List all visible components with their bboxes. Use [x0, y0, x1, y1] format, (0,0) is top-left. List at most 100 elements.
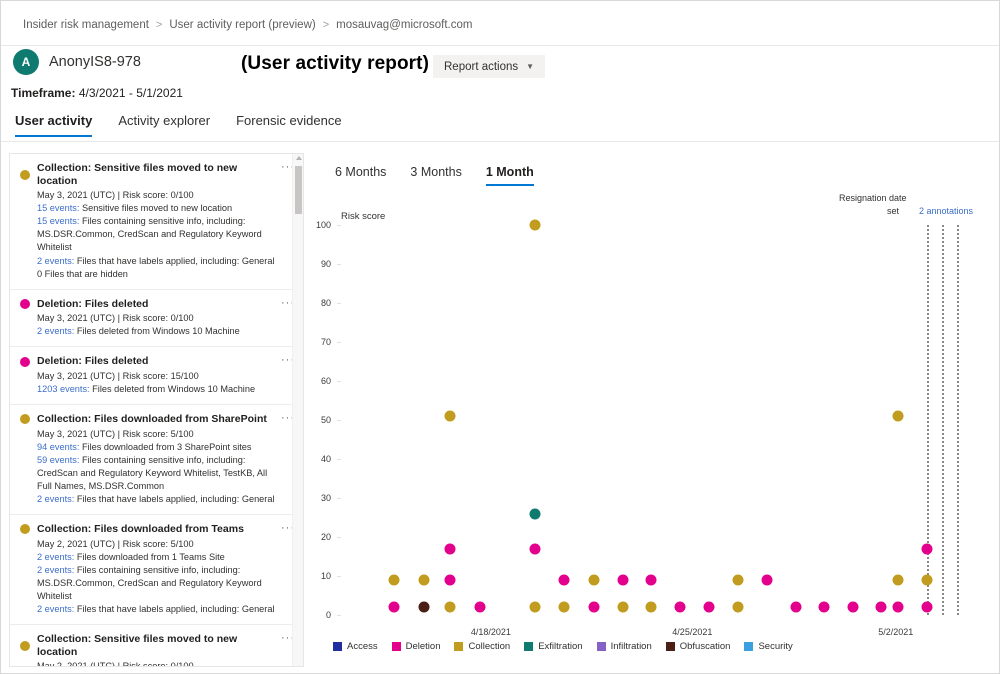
data-point-deletion[interactable] — [588, 602, 599, 613]
activity-card[interactable]: Collection: Files downloaded from ShareP… — [10, 405, 303, 515]
data-point-collection[interactable] — [588, 574, 599, 585]
event-count[interactable]: 2 events: — [37, 256, 74, 266]
range-tab-6-months[interactable]: 6 Months — [335, 165, 386, 186]
activity-card[interactable]: Deletion: Files deleted···May 3, 2021 (U… — [10, 290, 303, 348]
activity-card-title: Deletion: Files deleted — [37, 298, 148, 311]
activity-card-line-text: 0 Files that are hidden — [37, 269, 128, 279]
report-actions-button[interactable]: Report actions ▼ — [433, 55, 545, 78]
data-point-collection[interactable] — [732, 574, 743, 585]
activity-card[interactable]: Collection: Files downloaded from Teams·… — [10, 515, 303, 625]
data-point-deletion[interactable] — [445, 543, 456, 554]
scrollbar-thumb[interactable] — [295, 166, 302, 214]
data-point-deletion[interactable] — [558, 574, 569, 585]
event-count[interactable]: 59 events: — [37, 455, 79, 465]
tab-forensic-evidence[interactable]: Forensic evidence — [236, 113, 342, 137]
activity-card-line: 2 events: Files that have labels applied… — [37, 493, 277, 506]
legend-item-obfuscation[interactable]: Obfuscation — [666, 641, 731, 652]
tab-divider — [1, 141, 1000, 142]
event-count[interactable]: 2 events: — [37, 494, 74, 504]
y-axis-tick-mark — [337, 459, 341, 460]
y-axis-tick-label: 10 — [321, 571, 337, 581]
legend-item-access[interactable]: Access — [333, 641, 378, 652]
data-point-collection[interactable] — [732, 602, 743, 613]
legend-label: Collection — [468, 641, 510, 652]
legend-swatch-icon — [744, 642, 753, 651]
legend-item-infiltration[interactable]: Infiltration — [597, 641, 652, 652]
data-point-deletion[interactable] — [474, 602, 485, 613]
y-axis-tick-mark — [337, 420, 341, 421]
data-point-deletion[interactable] — [791, 602, 802, 613]
data-point-collection[interactable] — [529, 602, 540, 613]
legend-item-exfiltration[interactable]: Exfiltration — [524, 641, 582, 652]
activity-card[interactable]: Collection: Sensitive files moved to new… — [10, 154, 303, 290]
activity-card-meta: May 3, 2021 (UTC) | Risk score: 5/100 — [37, 428, 277, 441]
data-point-deletion[interactable] — [893, 602, 904, 613]
data-point-deletion[interactable] — [529, 543, 540, 554]
legend-item-collection[interactable]: Collection — [454, 641, 510, 652]
data-point-deletion[interactable] — [761, 574, 772, 585]
legend-item-security[interactable]: Security — [744, 641, 792, 652]
activity-list-panel[interactable]: Collection: Sensitive files moved to new… — [9, 153, 304, 667]
scroll-up-arrow-icon[interactable] — [296, 156, 302, 160]
event-count[interactable]: 2 events: — [37, 552, 74, 562]
activity-card[interactable]: Collection: Sensitive files moved to new… — [10, 625, 303, 667]
data-point-deletion[interactable] — [674, 602, 685, 613]
data-point-collection[interactable] — [388, 574, 399, 585]
data-point-collection[interactable] — [529, 220, 540, 231]
data-point-deletion[interactable] — [445, 574, 456, 585]
range-tab-1-month[interactable]: 1 Month — [486, 165, 534, 186]
data-point-collection[interactable] — [893, 411, 904, 422]
event-count[interactable]: 2 events: — [37, 326, 74, 336]
data-point-exfiltration[interactable] — [529, 508, 540, 519]
tab-user-activity[interactable]: User activity — [15, 113, 92, 137]
legend-item-deletion[interactable]: Deletion — [392, 641, 441, 652]
tab-activity-explorer[interactable]: Activity explorer — [118, 113, 210, 137]
event-count[interactable]: 2 events: — [37, 565, 74, 575]
page-title: (User activity report) — [241, 53, 429, 75]
y-axis-tick-mark — [337, 342, 341, 343]
data-point-collection[interactable] — [418, 574, 429, 585]
annotation-vertical-line[interactable] — [942, 225, 944, 615]
annotation-vertical-line[interactable] — [957, 225, 959, 615]
activity-card-line: 15 events: Files containing sensitive in… — [37, 215, 277, 254]
activity-card-line-text: Files that have labels applied, includin… — [74, 604, 274, 614]
data-point-deletion[interactable] — [617, 574, 628, 585]
data-point-collection[interactable] — [445, 411, 456, 422]
data-point-collection[interactable] — [617, 602, 628, 613]
timeframe: Timeframe: 4/3/2021 - 5/1/2021 — [11, 86, 183, 100]
activity-card[interactable]: Deletion: Files deleted···May 3, 2021 (U… — [10, 347, 303, 405]
data-point-collection[interactable] — [893, 574, 904, 585]
data-point-collection[interactable] — [922, 574, 933, 585]
data-point-deletion[interactable] — [876, 602, 887, 613]
data-point-obfuscation[interactable] — [418, 602, 429, 613]
event-count[interactable]: 15 events: — [37, 216, 79, 226]
breadcrumb-item-2[interactable]: mosauvag@microsoft.com — [336, 19, 472, 31]
scatter-plot[interactable]: 01020304050607080901004/18/20214/25/2021… — [337, 225, 989, 615]
activity-card-title: Deletion: Files deleted — [37, 355, 148, 368]
y-axis-tick-mark — [337, 576, 341, 577]
y-axis-tick-label: 0 — [326, 610, 337, 620]
event-count[interactable]: 1203 events: — [37, 384, 90, 394]
data-point-collection[interactable] — [558, 602, 569, 613]
activity-list-scrollbar[interactable] — [292, 154, 303, 666]
breadcrumb-item-1[interactable]: User activity report (preview) — [169, 19, 315, 31]
annotations-link[interactable]: 2 annotations — [919, 206, 973, 216]
data-point-deletion[interactable] — [646, 574, 657, 585]
event-count[interactable]: 15 events: — [37, 203, 79, 213]
data-point-deletion[interactable] — [704, 602, 715, 613]
range-tab-3-months[interactable]: 3 Months — [410, 165, 461, 186]
data-point-deletion[interactable] — [922, 543, 933, 554]
data-point-deletion[interactable] — [388, 602, 399, 613]
y-axis-tick-mark — [337, 303, 341, 304]
data-point-deletion[interactable] — [819, 602, 830, 613]
event-count[interactable]: 94 events: — [37, 442, 79, 452]
legend-label: Security — [758, 641, 792, 652]
breadcrumb-item-0[interactable]: Insider risk management — [23, 19, 149, 31]
data-point-deletion[interactable] — [847, 602, 858, 613]
data-point-collection[interactable] — [646, 602, 657, 613]
event-count[interactable]: 2 events: — [37, 604, 74, 614]
data-point-collection[interactable] — [445, 602, 456, 613]
annotation-vertical-line[interactable] — [927, 225, 929, 615]
activity-card-line-text: Files deleted from Windows 10 Machine — [90, 384, 255, 394]
data-point-deletion[interactable] — [922, 602, 933, 613]
